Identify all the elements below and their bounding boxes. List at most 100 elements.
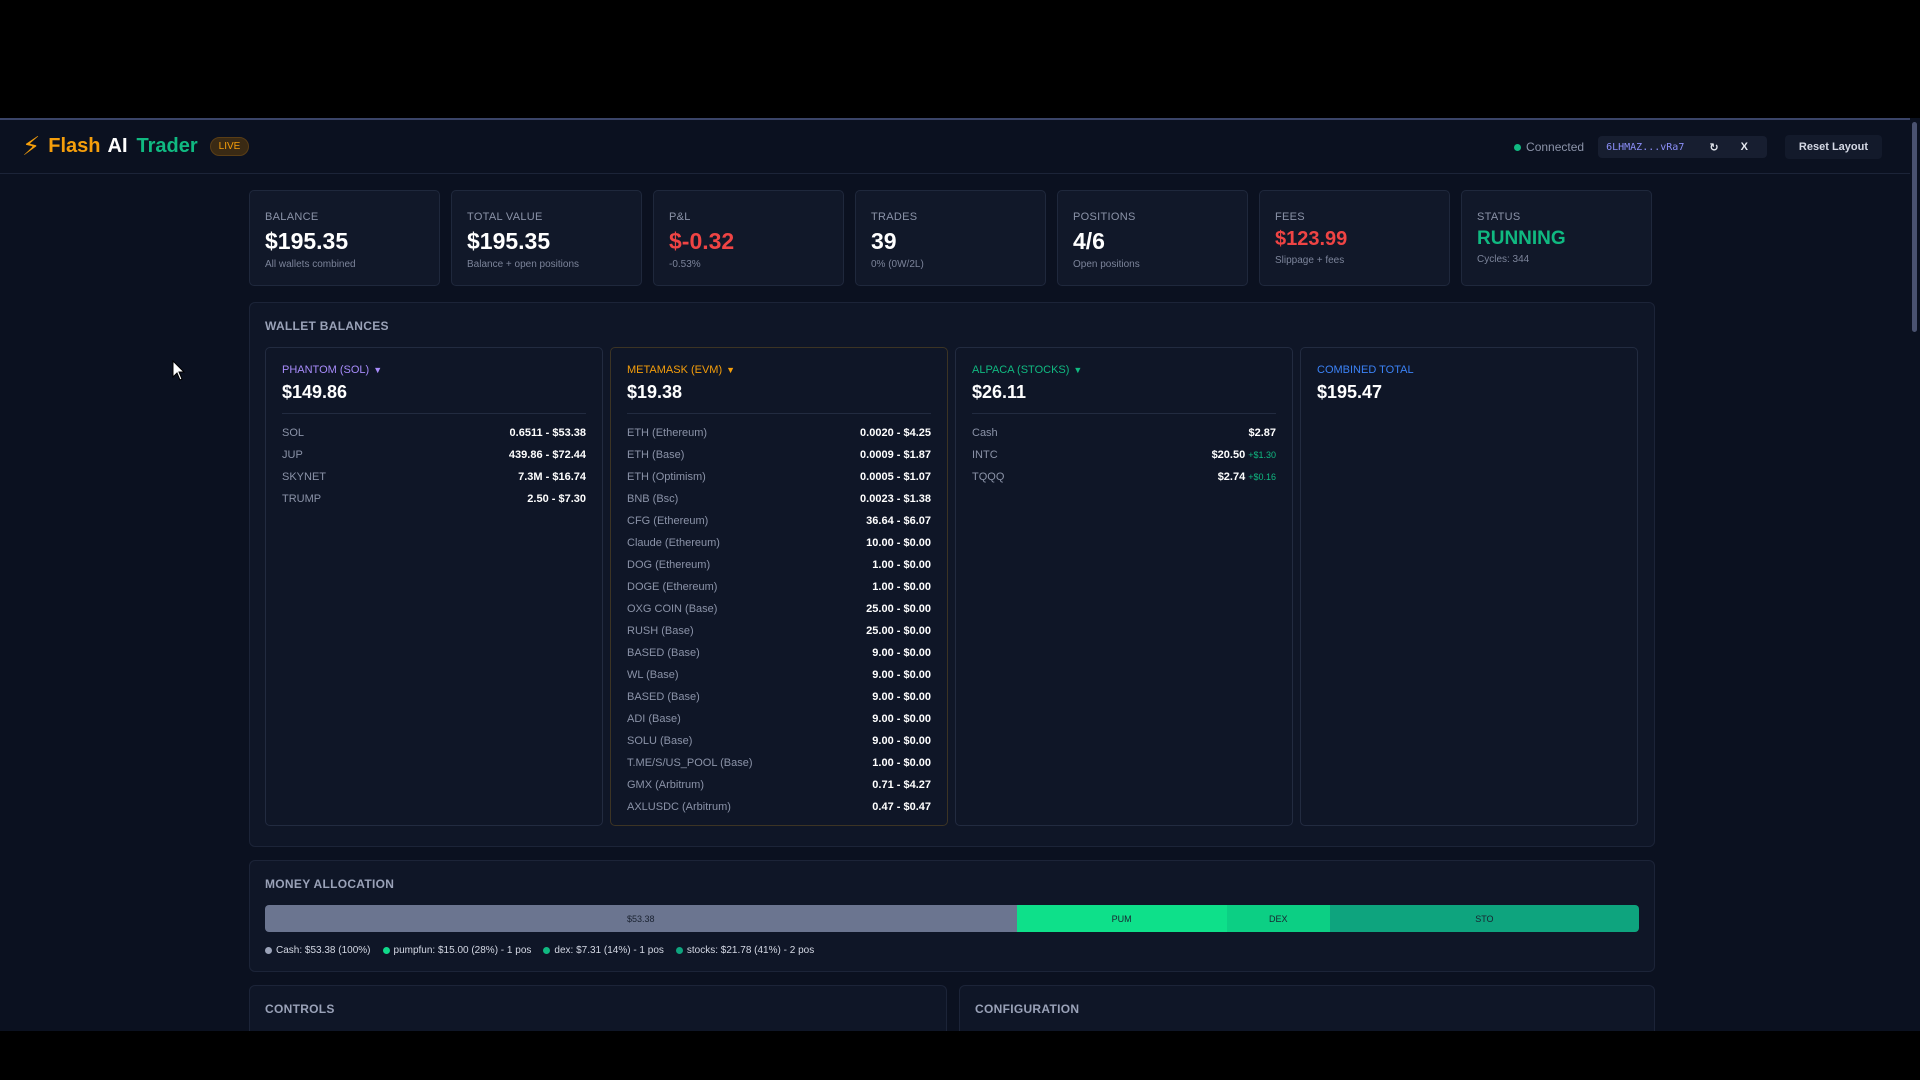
asset-name: ETH (Base) [627, 449, 685, 461]
stat-sub: Slippage + fees [1275, 255, 1345, 266]
wallet-card-alpaca: ALPACA (STOCKS) ▼ $26.11 Cash $2.87 INTC $20… [955, 347, 1293, 826]
connection-status-dot-icon [1514, 143, 1522, 151]
legend-dot-icon [675, 947, 683, 954]
configuration-panel: CONFIGURATION [959, 985, 1655, 1031]
asset-name: CFG (Ethereum) [627, 515, 709, 527]
wallet-asset-row: DOG (Ethereum) 1.00 - $0.00 [627, 554, 931, 576]
wallet-name-toggle[interactable]: PHANTOM (SOL) ▼ [282, 364, 586, 376]
allocation-segment: $53.38 [265, 905, 1017, 932]
wallet-asset-row: Cash $2.87 [972, 422, 1276, 444]
stat-value: 39 [871, 228, 897, 254]
wallet-asset-row: AXLUSDC (Arbitrum) 0.47 - $0.47 [627, 796, 931, 818]
stat-sub: Open positions [1073, 259, 1140, 270]
wallet-address[interactable]: 6LHMAZ...vRa7 [1606, 142, 1684, 153]
wallet-asset-row: WL (Base) 9.00 - $0.00 [627, 664, 931, 686]
asset-amount-value: $2.74 [1217, 471, 1246, 483]
wallet-asset-row: SKYNET 7.3M - $16.74 [282, 466, 586, 488]
asset-name: TRUMP [282, 493, 322, 505]
letterbox-bottom [0, 1031, 1920, 1080]
stat-label: BALANCE [265, 211, 319, 223]
asset-amount: 36.64 - $6.07 [866, 515, 931, 527]
asset-name: SOL [282, 427, 305, 439]
wallet-name[interactable]: ALPACA (STOCKS) [972, 364, 1069, 376]
stat-value: $123.99 [1275, 228, 1348, 250]
asset-amount: 7.3M - $16.74 [518, 471, 586, 483]
asset-amount: 1.00 - $0.00 [872, 581, 931, 593]
asset-amount-value: 7.3M - $16.74 [518, 471, 586, 483]
wallet-asset-row: TRUMP 2.50 - $7.30 [282, 488, 586, 510]
asset-name: ETH (Ethereum) [627, 427, 708, 439]
legend-dot-icon [382, 947, 390, 954]
asset-amount-value: 0.71 - $4.27 [872, 779, 931, 791]
asset-amount: 0.0023 - $1.38 [860, 493, 931, 505]
wallet-asset-row: BNB (Bsc) 0.0023 - $1.38 [627, 488, 931, 510]
wallet-asset-row: SOL 0.6511 - $53.38 [282, 422, 586, 444]
caret-down-icon[interactable]: ▼ [373, 365, 382, 375]
stat-value: $195.35 [467, 228, 551, 254]
top-header: ⚡ Flash AI Trader LIVE Connected 6LHMAZ...… [0, 120, 1910, 174]
brand-logo: Flash AI Trader [48, 135, 197, 158]
asset-amount-value: 0.0020 - $4.25 [860, 427, 931, 439]
asset-name: ADI (Base) [627, 713, 681, 725]
vertical-scrollbar[interactable] [1910, 118, 1920, 1031]
disconnect-button[interactable]: X [1741, 141, 1748, 153]
asset-name: TQQQ [972, 471, 1005, 483]
asset-amount-value: 9.00 - $0.00 [872, 647, 931, 659]
letterbox-top [0, 0, 1920, 118]
stat-value: 4/6 [1073, 228, 1105, 254]
wallet-asset-row: BASED (Base) 9.00 - $0.00 [627, 686, 931, 708]
asset-amount: 9.00 - $0.00 [872, 691, 931, 703]
asset-amount-value: 1.00 - $0.00 [872, 757, 931, 769]
wallet-card-combined: COMBINED TOTAL $195.47 [1300, 347, 1638, 826]
asset-amount-value: 25.00 - $0.00 [866, 603, 931, 615]
stat-card-pnl: P&L $-0.32 -0.53% [653, 190, 844, 286]
stat-card-fees: FEES $123.99 Slippage + fees [1259, 190, 1450, 286]
asset-name: INTC [972, 449, 998, 461]
wallet-name-toggle[interactable]: METAMASK (EVM) ▼ [627, 364, 931, 376]
asset-name: JUP [282, 449, 303, 461]
asset-amount: $20.50 +$1.30 [1212, 449, 1276, 461]
stat-card-balance: BALANCE $195.35 All wallets combined [249, 190, 440, 286]
asset-amount: 9.00 - $0.00 [872, 713, 931, 725]
lightning-bolt-icon: ⚡ [22, 131, 41, 161]
scrollbar-thumb[interactable] [1912, 122, 1917, 332]
header-actions: Connected 6LHMAZ...vRa7 ↻ X Reset Layout [1514, 120, 1910, 174]
money-allocation-panel: MONEY ALLOCATION $53.38 PUM DEX STO Cash: $… [249, 860, 1655, 972]
stat-value: $195.35 [265, 228, 349, 254]
asset-amount-value: 0.0005 - $1.07 [860, 471, 931, 483]
wallet-asset-row: ETH (Base) 0.0009 - $1.87 [627, 444, 931, 466]
caret-down-icon[interactable]: ▼ [1073, 365, 1082, 375]
asset-amount: 1.00 - $0.00 [872, 757, 931, 769]
stat-sub: Balance + open positions [467, 259, 580, 270]
asset-name: T.ME/S/US_POOL (Base) [627, 757, 753, 769]
wallet-name[interactable]: METAMASK (EVM) [627, 364, 722, 376]
reset-layout-button[interactable]: Reset Layout [1784, 135, 1882, 159]
refresh-icon[interactable]: ↻ [1709, 141, 1718, 154]
stat-value: RUNNING [1477, 228, 1566, 249]
asset-amount: 439.86 - $72.44 [509, 449, 586, 461]
asset-amount-value: 9.00 - $0.00 [872, 735, 931, 747]
wallet-chip[interactable]: 6LHMAZ...vRa7 ↻ X [1598, 136, 1767, 158]
stat-label: FEES [1275, 211, 1305, 223]
wallet-name[interactable]: PHANTOM (SOL) [282, 364, 369, 376]
stat-sub: 0% (0W/2L) [871, 259, 924, 270]
panel-title: MONEY ALLOCATION [265, 877, 395, 891]
asset-amount-value: 9.00 - $0.00 [872, 669, 931, 681]
app-window: ⚡ Flash AI Trader LIVE Connected 6LHMAZ...… [0, 118, 1910, 1031]
panel-title: WALLET BALANCES [265, 319, 389, 333]
stats-row: BALANCE $195.35 All wallets combined TOT… [249, 190, 1655, 286]
asset-amount-value: 9.00 - $0.00 [872, 691, 931, 703]
wallet-asset-row: RUSH (Base) 25.00 - $0.00 [627, 620, 931, 642]
asset-amount: 0.0009 - $1.87 [860, 449, 931, 461]
stat-label: POSITIONS [1073, 211, 1136, 223]
caret-down-icon[interactable]: ▼ [726, 365, 735, 375]
asset-amount-value: 36.64 - $6.07 [866, 515, 931, 527]
panel-title: CONTROLS [265, 1002, 335, 1016]
asset-amount: 9.00 - $0.00 [872, 735, 931, 747]
asset-amount: 0.0020 - $4.25 [860, 427, 931, 439]
allocation-segment: STO [1329, 905, 1639, 932]
brand-trader: Trader [136, 135, 198, 157]
stat-label: TRADES [871, 211, 918, 223]
legend-dot-icon [265, 947, 272, 954]
wallet-name-toggle[interactable]: ALPACA (STOCKS) ▼ [972, 364, 1276, 376]
